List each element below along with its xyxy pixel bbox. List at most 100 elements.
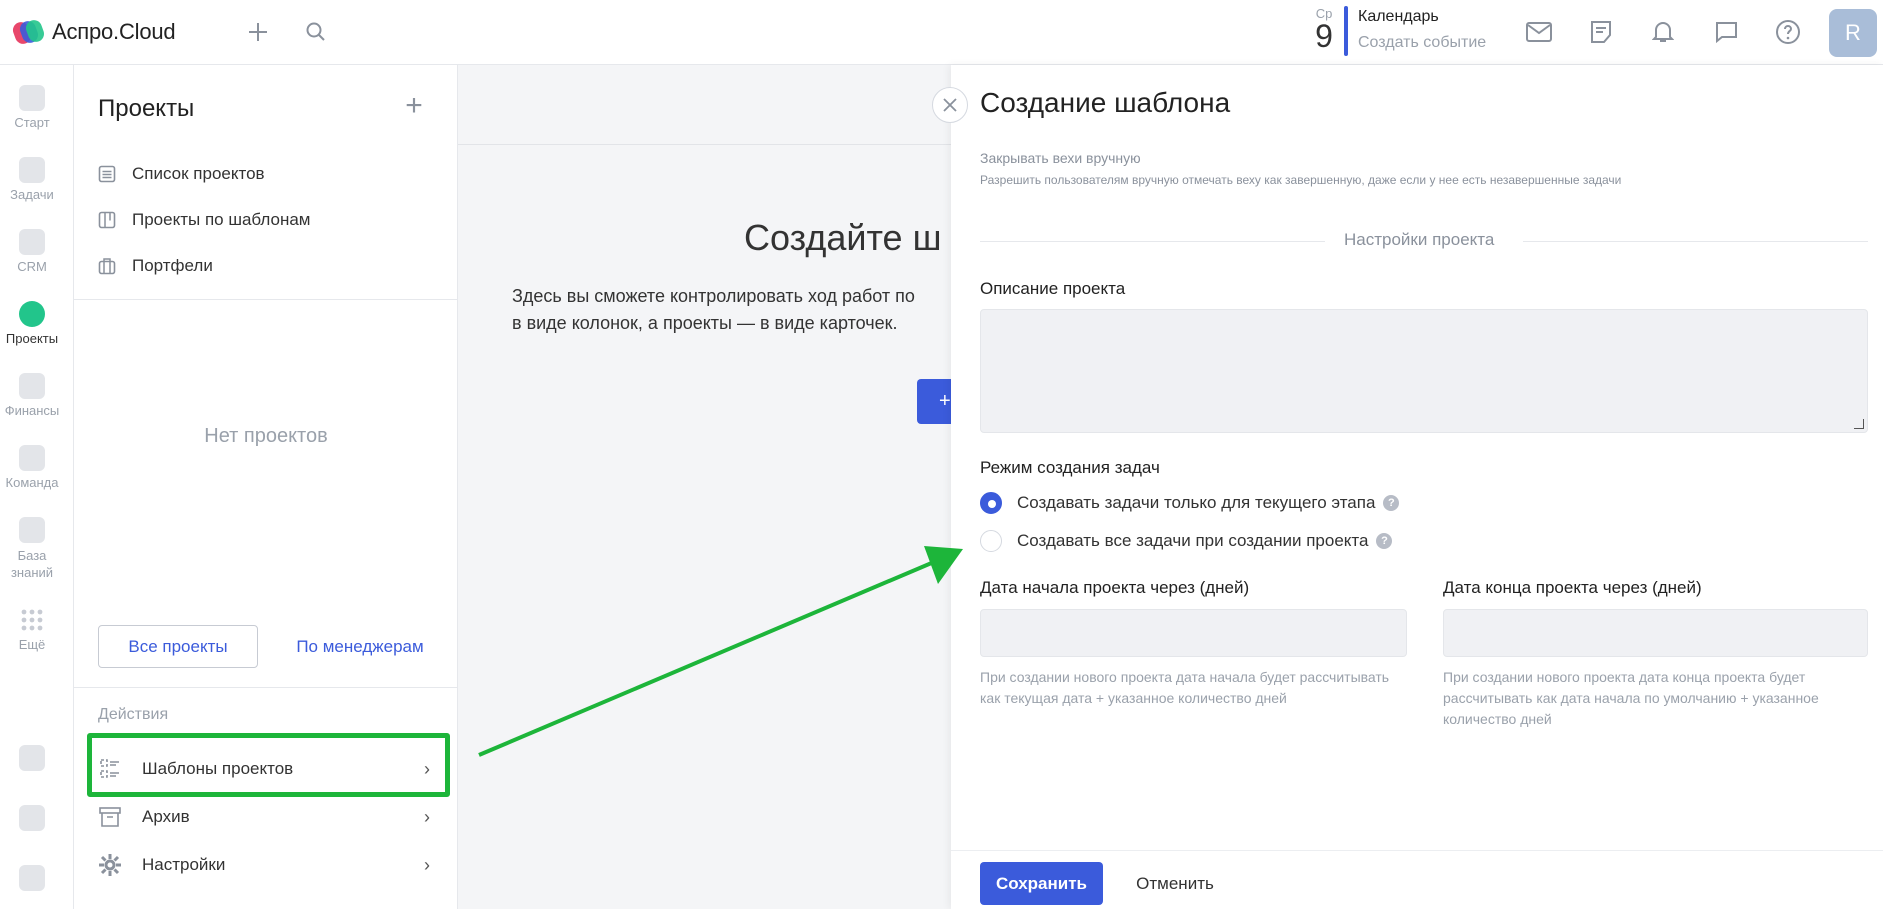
projects-icon (19, 301, 45, 327)
start-days-input[interactable] (980, 609, 1407, 657)
mail-icon[interactable] (1525, 18, 1553, 46)
rail-item-extra-1[interactable] (0, 745, 64, 775)
rail-item-projects[interactable]: Проекты (0, 301, 64, 346)
rail-item-crm[interactable]: CRM (0, 229, 64, 274)
cancel-button[interactable]: Отменить (1125, 862, 1225, 905)
chevron-right-icon: › (424, 759, 430, 779)
bell-icon[interactable] (1649, 18, 1677, 46)
calendar-divider (1344, 6, 1348, 56)
task-mode-option-current-stage[interactable]: Создавать задачи только для текущего эта… (980, 492, 1400, 514)
description-textarea[interactable] (980, 309, 1868, 433)
rail-item-label: Команда (5, 475, 59, 490)
radio-label: Создавать все задачи при создании проект… (1017, 531, 1369, 550)
list-icon (98, 165, 116, 183)
funnel-icon (19, 229, 45, 255)
sidebar-item-projects-by-template[interactable]: Проекты по шаблонам (98, 205, 428, 235)
dots-grid-icon (19, 607, 45, 633)
module-rail: Старт Задачи CRM Проекты Финансы Команда… (0, 65, 74, 909)
check-icon (19, 157, 45, 183)
empty-heading: Создайте ш (744, 217, 942, 258)
radio-selected[interactable] (980, 492, 1002, 514)
calendar-title[interactable]: Календарь (1358, 8, 1439, 26)
help-icon[interactable]: ? (1383, 495, 1400, 511)
rail-item-team[interactable]: Команда (0, 445, 64, 490)
close-milestones-label: Закрывать вехи вручную (980, 150, 1141, 166)
book-icon (19, 517, 45, 543)
rail-item-more[interactable]: Ещё (0, 607, 64, 652)
sidebar-title: Проекты (98, 95, 195, 122)
divider (74, 687, 458, 688)
rail-item-label: Старт (14, 115, 50, 130)
all-projects-button[interactable]: Все проекты (98, 625, 258, 668)
template-icon (100, 759, 119, 778)
end-days-input[interactable] (1443, 609, 1868, 657)
sidebar-item-project-list[interactable]: Список проектов (98, 159, 428, 189)
task-mode-option-all-tasks[interactable]: Создавать все задачи при создании проект… (980, 530, 1393, 552)
rail-item-extra-2[interactable] (0, 805, 64, 835)
top-bar: Аспро.Cloud Ср 9 Календарь Создать событ… (0, 0, 1883, 65)
chat-icon[interactable] (1712, 18, 1740, 46)
user-avatar[interactable]: R (1829, 9, 1877, 57)
resize-handle-icon[interactable] (1854, 419, 1864, 429)
app-name: Аспро.Cloud (52, 19, 176, 44)
rail-item-label: Проекты (5, 331, 59, 346)
rail-item-tasks[interactable]: Задачи (0, 157, 64, 202)
chevron-right-icon: › (424, 807, 430, 827)
radio-unselected[interactable] (980, 530, 1002, 552)
sidebar-item-label: Настройки (142, 855, 226, 874)
save-button[interactable]: Сохранить (980, 862, 1103, 905)
rail-item-extra-3[interactable] (0, 865, 64, 895)
by-managers-button[interactable]: По менеджерам (290, 625, 430, 668)
radio-label: Создавать задачи только для текущего эта… (1017, 493, 1376, 512)
description-label: Описание проекта (980, 279, 1126, 298)
sidebar-item-portfolios[interactable]: Портфели (98, 251, 428, 281)
logo-mark-icon (10, 17, 47, 47)
sidebar-item-label: Портфели (132, 256, 213, 275)
sidebar-item-project-templates[interactable]: Шаблоны проектов › (98, 751, 438, 787)
sidebar-item-label: Проекты по шаблонам (132, 210, 311, 229)
sidebar-item-label: Шаблоны проектов (142, 759, 294, 778)
add-project-icon[interactable]: + (400, 91, 428, 121)
empty-description: Здесь вы сможете контролировать ход рабо… (512, 283, 952, 337)
chevron-right-icon: › (424, 855, 430, 875)
end-days-hint: При создании нового проекта дата конца п… (1443, 669, 1819, 727)
search-icon[interactable] (302, 18, 330, 46)
empty-state: Нет проектов (204, 425, 328, 447)
rail-item-knowledge[interactable]: База знаний (0, 517, 64, 581)
actions-label: Действия (98, 706, 169, 723)
create-event-link[interactable]: Создать событие (1358, 34, 1486, 52)
help-icon[interactable]: ? (1376, 533, 1393, 549)
end-days-label: Дата конца проекта через (дней) (1443, 578, 1702, 597)
section-divider-line (980, 241, 1325, 242)
chat-icon (19, 865, 45, 891)
close-panel-button[interactable] (932, 87, 968, 123)
close-milestones-description: Разрешить пользователям вручную отмечать… (980, 173, 1622, 187)
heart-icon (19, 85, 45, 111)
calendar-date[interactable]: Ср 9 (1306, 6, 1342, 54)
projects-sidebar: Проекты + Список проектов Проекты по шаб… (74, 65, 458, 909)
sidebar-item-archive[interactable]: Архив › (98, 799, 438, 835)
projects-empty-content: Создайте ш Здесь вы сможете контролирова… (458, 65, 957, 909)
rail-item-label: Задачи (10, 187, 54, 202)
notes-icon[interactable] (1587, 18, 1615, 46)
briefcase-icon (98, 258, 116, 275)
gear-icon (19, 805, 45, 831)
section-divider-line (1523, 241, 1868, 242)
divider (74, 299, 458, 300)
content-header (458, 65, 953, 145)
app-logo[interactable]: Аспро.Cloud (10, 17, 176, 47)
add-icon[interactable] (244, 18, 272, 46)
rail-item-finance[interactable]: Финансы (0, 373, 64, 418)
team-icon (19, 445, 45, 471)
calendar-day-number: 9 (1315, 18, 1333, 54)
plugin-icon (19, 745, 45, 771)
sidebar-item-label: Список проектов (132, 164, 265, 183)
rail-item-label: База знаний (10, 548, 54, 580)
rail-item-start[interactable]: Старт (0, 85, 64, 130)
sidebar-item-settings[interactable]: Настройки › (98, 847, 438, 883)
help-icon[interactable] (1774, 18, 1802, 46)
rail-item-label: Ещё (18, 637, 46, 652)
archive-icon (99, 807, 121, 827)
kanban-icon (98, 211, 116, 229)
section-title: Настройки проекта (1344, 230, 1495, 249)
